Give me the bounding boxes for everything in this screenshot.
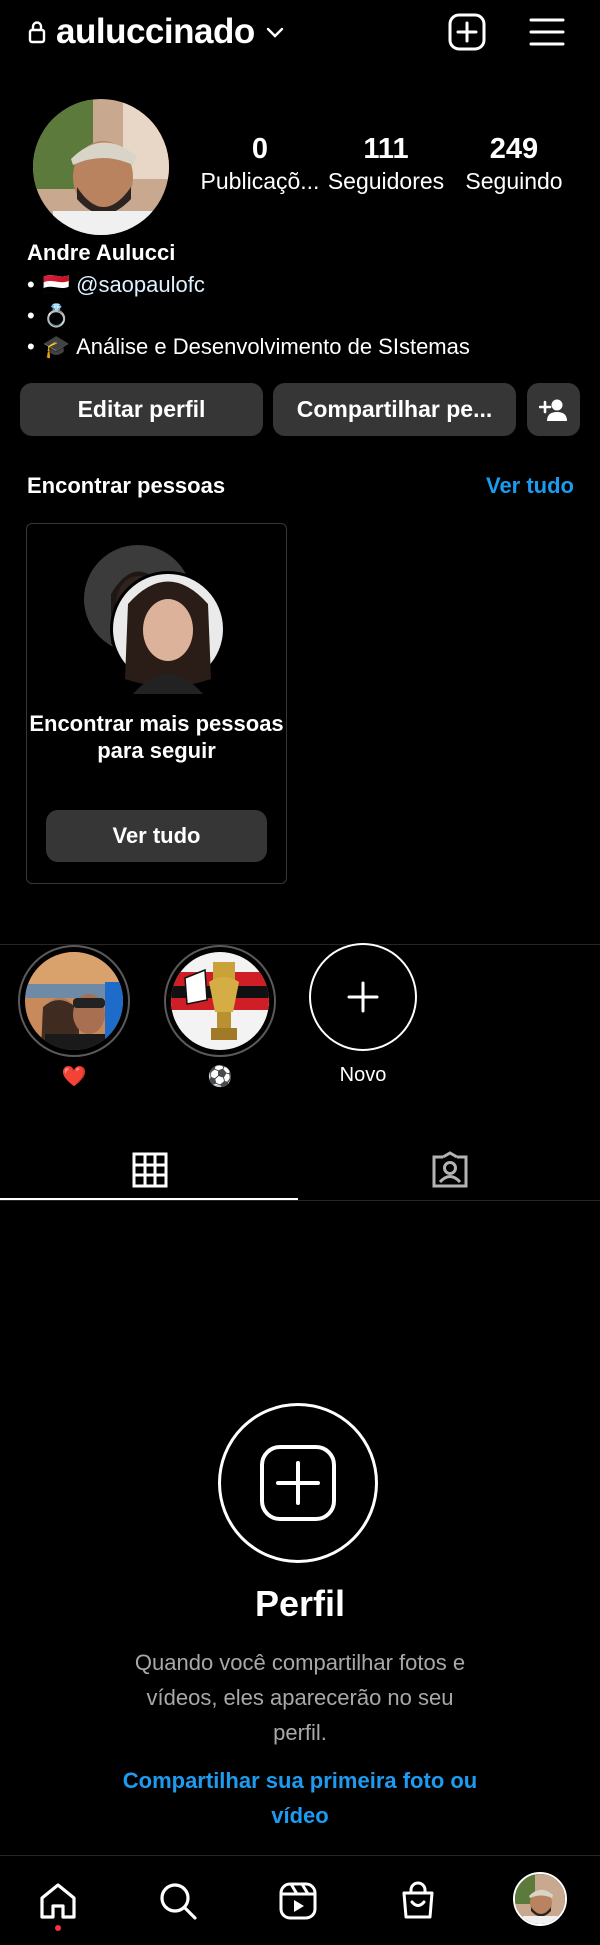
full-name: Andre Aulucci: [27, 240, 176, 265]
profile-avatar[interactable]: [33, 99, 169, 235]
bio-bullet: •: [27, 334, 35, 359]
grid-icon: [132, 1152, 168, 1188]
highlight-ring: [164, 945, 276, 1057]
stat-label: Publicaçõ...: [200, 168, 320, 194]
stat-label: Seguindo: [465, 168, 563, 194]
bio-bullet: •: [27, 272, 35, 297]
new-post-icon[interactable]: [445, 10, 489, 54]
menu-icon[interactable]: [525, 10, 569, 54]
bio-line: • 🇾🇪 @saopaulofc: [27, 270, 205, 300]
stat-value: 249: [489, 133, 539, 165]
account-switcher[interactable]: auluccinado: [28, 8, 285, 56]
stat-value: 111: [363, 133, 409, 165]
empty-state-description: Quando você compartilhar fotos e vídeos,…: [134, 1650, 466, 1745]
username: auluccinado: [56, 12, 255, 51]
bottom-navigation: [0, 1855, 600, 1945]
reels-icon: [278, 1881, 318, 1921]
search-icon: [158, 1881, 198, 1921]
bio-line: • 🎓 Análise e Desenvolvimento de SIstema…: [27, 332, 470, 362]
bio-bullet: •: [27, 303, 35, 328]
edit-profile-button[interactable]: Editar perfil: [20, 383, 263, 436]
highlight-ring: [18, 945, 130, 1057]
tab-tagged[interactable]: [300, 1140, 600, 1200]
create-post-button[interactable]: [218, 1403, 378, 1563]
ring-emoji: 💍: [42, 303, 71, 328]
following-count[interactable]: 249 Seguindo: [444, 132, 584, 196]
new-post-icon: [258, 1443, 338, 1523]
highlight-caption: ⚽: [207, 1066, 233, 1088]
nav-shop[interactable]: [393, 1876, 443, 1926]
new-highlight-ring: [309, 943, 417, 1051]
shopping-bag-icon: [398, 1881, 438, 1921]
add-person-icon: [538, 398, 569, 422]
highlight-cover: [25, 952, 123, 1050]
nav-reels[interactable]: [273, 1876, 323, 1926]
highlight-item[interactable]: ❤️: [18, 945, 130, 1089]
plus-icon: [346, 980, 380, 1014]
nav-search[interactable]: [153, 1876, 203, 1926]
bio-line: • 💍: [27, 301, 70, 331]
new-highlight-button[interactable]: Novo: [307, 943, 419, 1087]
see-all-button[interactable]: Ver tudo: [46, 810, 267, 862]
divider: [0, 1200, 600, 1201]
stat-value: 0: [251, 133, 269, 165]
notification-dot: [55, 1925, 61, 1931]
highlight-item[interactable]: ⚽: [164, 945, 276, 1089]
suggestion-text: Encontrar mais pessoas para seguir: [29, 711, 284, 763]
share-first-photo-link[interactable]: Compartilhar sua primeira foto ou vídeo: [110, 1763, 490, 1833]
profile-avatar-small: [515, 1874, 565, 1924]
suggested-avatars: [83, 544, 233, 694]
tab-posts-grid[interactable]: [0, 1140, 300, 1200]
mention-link[interactable]: @saopaulofc: [76, 270, 205, 300]
highlight-caption: Novo: [339, 1064, 387, 1086]
followers-count[interactable]: 111 Seguidores: [316, 132, 456, 196]
chevron-down-icon: [265, 25, 285, 39]
highlight-caption: ❤️: [61, 1066, 87, 1088]
lock-icon: [28, 20, 46, 44]
nav-home[interactable]: [33, 1876, 83, 1926]
share-profile-button[interactable]: Compartilhar pe...: [273, 383, 516, 436]
bio-text: Análise e Desenvolvimento de SIstemas: [76, 334, 470, 359]
highlight-cover: [171, 952, 269, 1050]
graduation-emoji: 🎓: [42, 334, 71, 359]
suggestion-card: Encontrar mais pessoas para seguir Ver t…: [26, 523, 287, 884]
discover-people-button[interactable]: [527, 383, 580, 436]
discover-title: Encontrar pessoas: [27, 473, 226, 498]
flag-emoji: 🇾🇪: [42, 272, 71, 297]
posts-count: 0 Publicaçõ...: [190, 132, 330, 196]
see-all-link[interactable]: Ver tudo: [486, 473, 574, 499]
stat-label: Seguidores: [327, 168, 445, 194]
empty-state-title: Perfil: [254, 1583, 346, 1624]
tagged-person-icon: [431, 1151, 469, 1189]
home-icon: [38, 1881, 78, 1921]
nav-profile[interactable]: [513, 1872, 567, 1926]
